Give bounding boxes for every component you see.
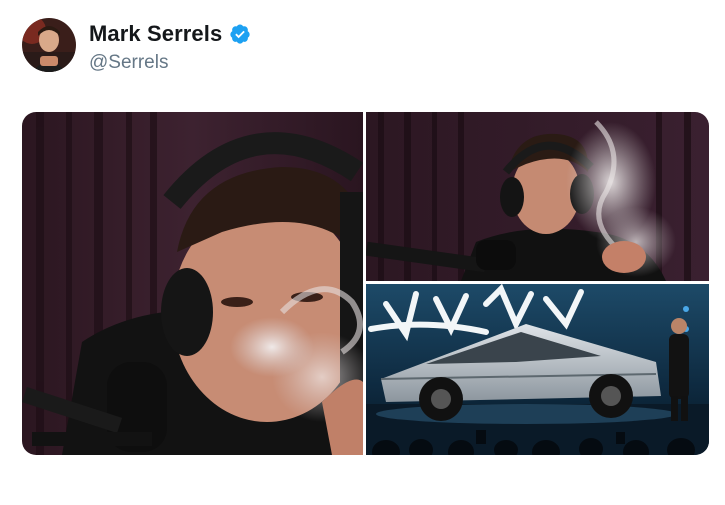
photo-icon — [366, 284, 709, 455]
photo-smoking-podcast-closeup[interactable] — [22, 112, 363, 455]
verified-badge-icon — [229, 23, 251, 45]
photo-icon — [366, 112, 709, 281]
tweet-header: Mark Serrels @Serrels — [22, 16, 422, 76]
author-avatar[interactable] — [22, 18, 76, 72]
author-name-row: Mark Serrels — [89, 21, 251, 47]
photo-icon — [22, 112, 363, 455]
photo-smoking-podcast-wide[interactable] — [366, 112, 709, 281]
author-handle[interactable]: @Serrels — [89, 52, 168, 74]
tweet-media-grid — [22, 112, 709, 455]
author-display-name[interactable]: Mark Serrels — [89, 21, 222, 47]
photo-cybertruck-reveal[interactable] — [366, 284, 709, 455]
avatar-image — [22, 18, 76, 72]
